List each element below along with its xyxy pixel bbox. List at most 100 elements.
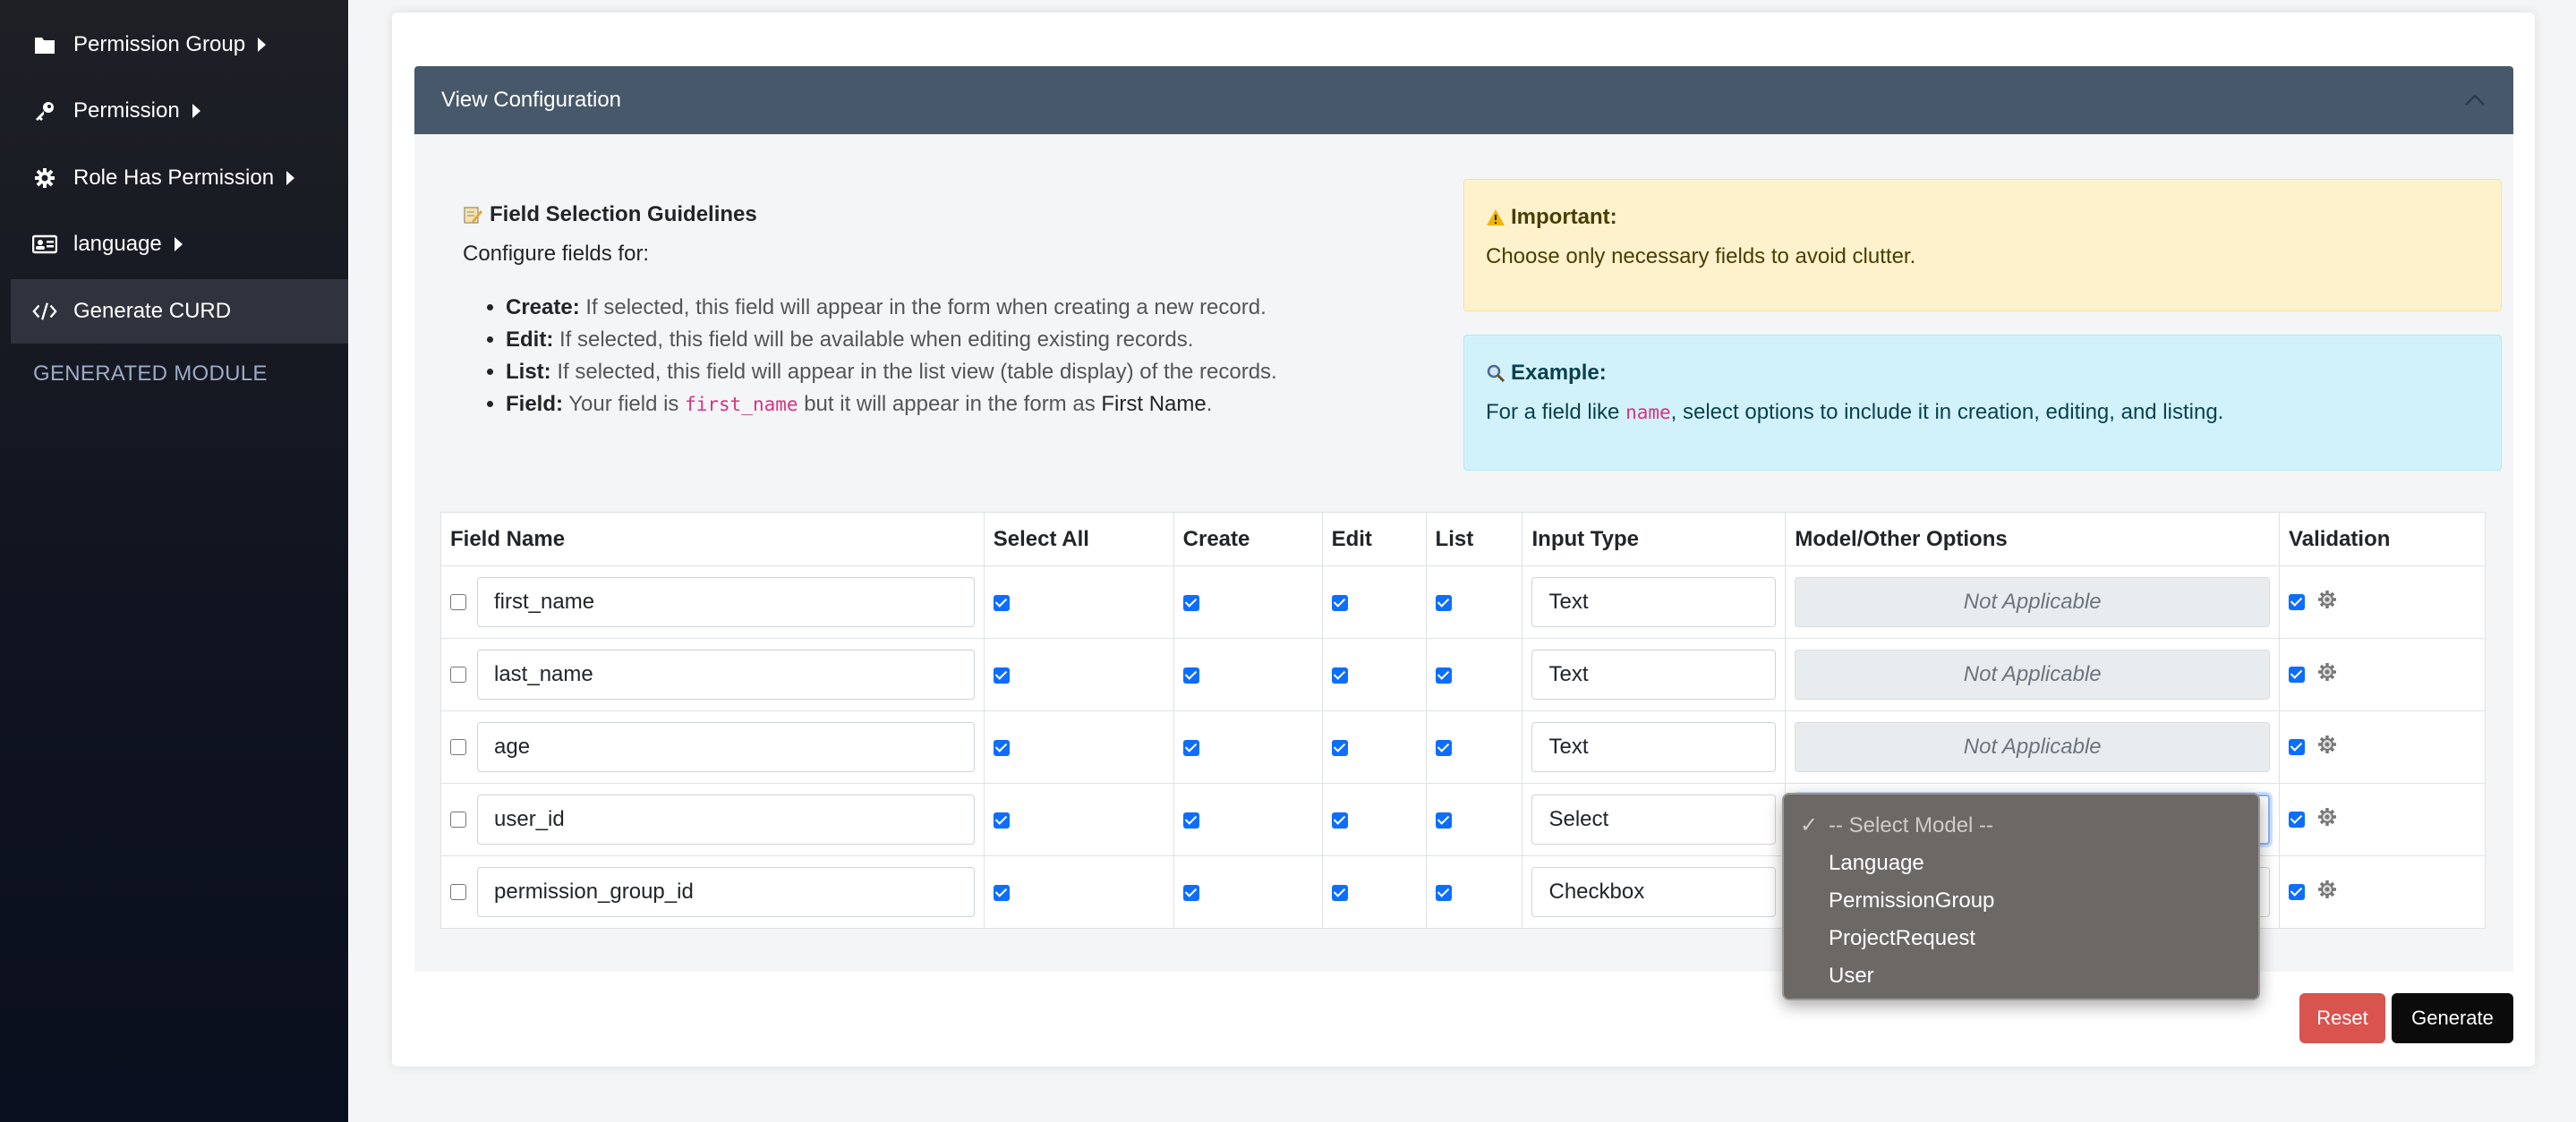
reset-button[interactable]: Reset — [2299, 993, 2385, 1043]
input-type-select[interactable]: Text — [1531, 577, 1777, 627]
settings-gear-icon[interactable] — [2317, 880, 2337, 905]
sidebar-item-permission[interactable]: Permission — [11, 79, 348, 143]
create-checkbox[interactable] — [1182, 667, 1199, 684]
create-checkbox[interactable] — [1182, 812, 1199, 829]
sidebar-item-label: Role Has Permission — [73, 166, 275, 190]
column-header: Select All — [983, 512, 1174, 566]
list-checkbox[interactable] — [1435, 594, 1452, 611]
create-checkbox[interactable] — [1182, 594, 1199, 611]
sidebar-item-language[interactable]: language — [11, 212, 348, 276]
chevron-up-icon[interactable] — [2463, 89, 2486, 113]
column-header: Model/Other Options — [1785, 512, 2281, 566]
list-item: Edit: If selected, this field will be av… — [506, 324, 1429, 356]
input-type-select[interactable]: Checkbox — [1531, 867, 1777, 917]
sidebar-item-label: Permission Group — [73, 32, 246, 56]
select-all-checkbox[interactable] — [993, 594, 1010, 611]
validation-checkbox[interactable] — [2289, 739, 2306, 755]
edit-checkbox[interactable] — [1331, 667, 1348, 684]
table-row: last_name Text Not Applicable — [440, 638, 2486, 711]
select-all-checkbox[interactable] — [993, 812, 1010, 829]
checkmark-icon: ✓ — [1800, 813, 1819, 837]
sidebar-item-label: Permission — [73, 98, 180, 123]
folder-icon — [32, 32, 57, 57]
caret-right-icon — [174, 237, 183, 251]
field-name-input[interactable]: age — [477, 722, 975, 772]
caret-right-icon — [258, 38, 267, 52]
sidebar-item-permission-group[interactable]: Permission Group — [11, 13, 348, 77]
edit-checkbox[interactable] — [1331, 594, 1348, 611]
list-item: Field: Your field is first_name but it w… — [506, 388, 1429, 421]
field-name-input[interactable]: user_id — [477, 795, 975, 845]
settings-gear-icon[interactable] — [2317, 807, 2337, 833]
field-name-input[interactable]: first_name — [477, 577, 975, 627]
column-header: Field Name — [440, 512, 985, 566]
field-name-input[interactable]: permission_group_id — [477, 867, 975, 917]
id-card-icon — [32, 232, 57, 257]
edit-checkbox[interactable] — [1331, 812, 1348, 829]
list-checkbox[interactable] — [1435, 812, 1452, 829]
validation-checkbox[interactable] — [2289, 667, 2306, 683]
alert-title: Example: — [1511, 361, 1607, 385]
alert-title: Important: — [1511, 205, 1617, 229]
dropdown-option[interactable]: ProjectRequest — [1784, 920, 2258, 957]
table-row: first_name Text Not Applicable — [440, 565, 2486, 639]
column-header: Validation — [2279, 512, 2486, 566]
edit-checkbox[interactable] — [1331, 739, 1348, 756]
settings-gear-icon[interactable] — [2317, 735, 2337, 761]
caret-right-icon — [192, 104, 200, 118]
list-checkbox[interactable] — [1435, 739, 1452, 756]
alert-text: Choose only necessary fields to avoid cl… — [1486, 244, 1916, 268]
column-header: Input Type — [1522, 512, 1787, 566]
column-header: Edit — [1321, 512, 1427, 566]
validation-checkbox[interactable] — [2289, 594, 2306, 610]
panel-title: View Configuration — [441, 88, 622, 112]
sidebar-item-role-has-permission[interactable]: Role Has Permission — [11, 146, 348, 210]
row-checkbox[interactable] — [450, 667, 466, 683]
settings-gear-icon[interactable] — [2317, 590, 2337, 616]
magnifier-icon — [1486, 363, 1506, 383]
list-checkbox[interactable] — [1435, 884, 1452, 901]
validation-checkbox[interactable] — [2289, 812, 2306, 828]
row-checkbox[interactable] — [450, 884, 466, 900]
column-header: Create — [1173, 512, 1323, 566]
generate-button[interactable]: Generate — [2392, 993, 2513, 1043]
guidelines-heading: Field Selection Guidelines — [463, 199, 1429, 231]
guidelines-intro: Configure fields for: — [463, 242, 650, 266]
field-selection-guidelines: Field Selection Guidelines Configure fie… — [463, 199, 1429, 421]
validation-checkbox[interactable] — [2289, 884, 2306, 900]
table-header-row: Field Name Select All Create Edit List I… — [440, 512, 2486, 566]
sidebar-item-generate-curd[interactable]: Generate CURD — [11, 279, 348, 344]
field-name-input[interactable]: last_name — [477, 650, 975, 700]
sidebar: Permission Group Permission Role Has Per… — [0, 0, 348, 1122]
warning-icon — [1486, 208, 1506, 226]
gear-icon — [32, 166, 57, 191]
select-all-checkbox[interactable] — [993, 884, 1010, 901]
generated-module-heading: GENERATED MODULE — [33, 361, 268, 386]
memo-icon — [463, 205, 482, 225]
edit-checkbox[interactable] — [1331, 884, 1348, 901]
dropdown-option[interactable]: User — [1784, 957, 2258, 995]
dropdown-option[interactable]: ✓ -- Select Model -- — [1784, 807, 2258, 845]
example-alert: Example: For a field like name, select o… — [1463, 335, 2502, 471]
input-type-select[interactable]: Select — [1531, 795, 1777, 845]
dropdown-option[interactable]: PermissionGroup — [1784, 882, 2258, 920]
create-checkbox[interactable] — [1182, 884, 1199, 901]
view-configuration-header[interactable]: View Configuration — [414, 66, 2513, 134]
guidelines-list: Create: If selected, this field will app… — [506, 292, 1429, 421]
row-checkbox[interactable] — [450, 594, 466, 610]
select-all-checkbox[interactable] — [993, 667, 1010, 684]
input-type-select[interactable]: Text — [1531, 650, 1777, 700]
dropdown-option[interactable]: Language — [1784, 845, 2258, 882]
sidebar-item-label: language — [73, 232, 162, 256]
row-checkbox[interactable] — [450, 812, 466, 828]
create-checkbox[interactable] — [1182, 739, 1199, 756]
model-options-field: Not Applicable — [1795, 722, 2271, 772]
model-options-field: Not Applicable — [1795, 650, 2271, 700]
settings-gear-icon[interactable] — [2317, 662, 2337, 688]
input-type-select[interactable]: Text — [1531, 722, 1777, 772]
row-checkbox[interactable] — [450, 739, 466, 755]
key-icon — [32, 98, 57, 123]
list-item: Create: If selected, this field will app… — [506, 292, 1429, 324]
list-checkbox[interactable] — [1435, 667, 1452, 684]
select-all-checkbox[interactable] — [993, 739, 1010, 756]
